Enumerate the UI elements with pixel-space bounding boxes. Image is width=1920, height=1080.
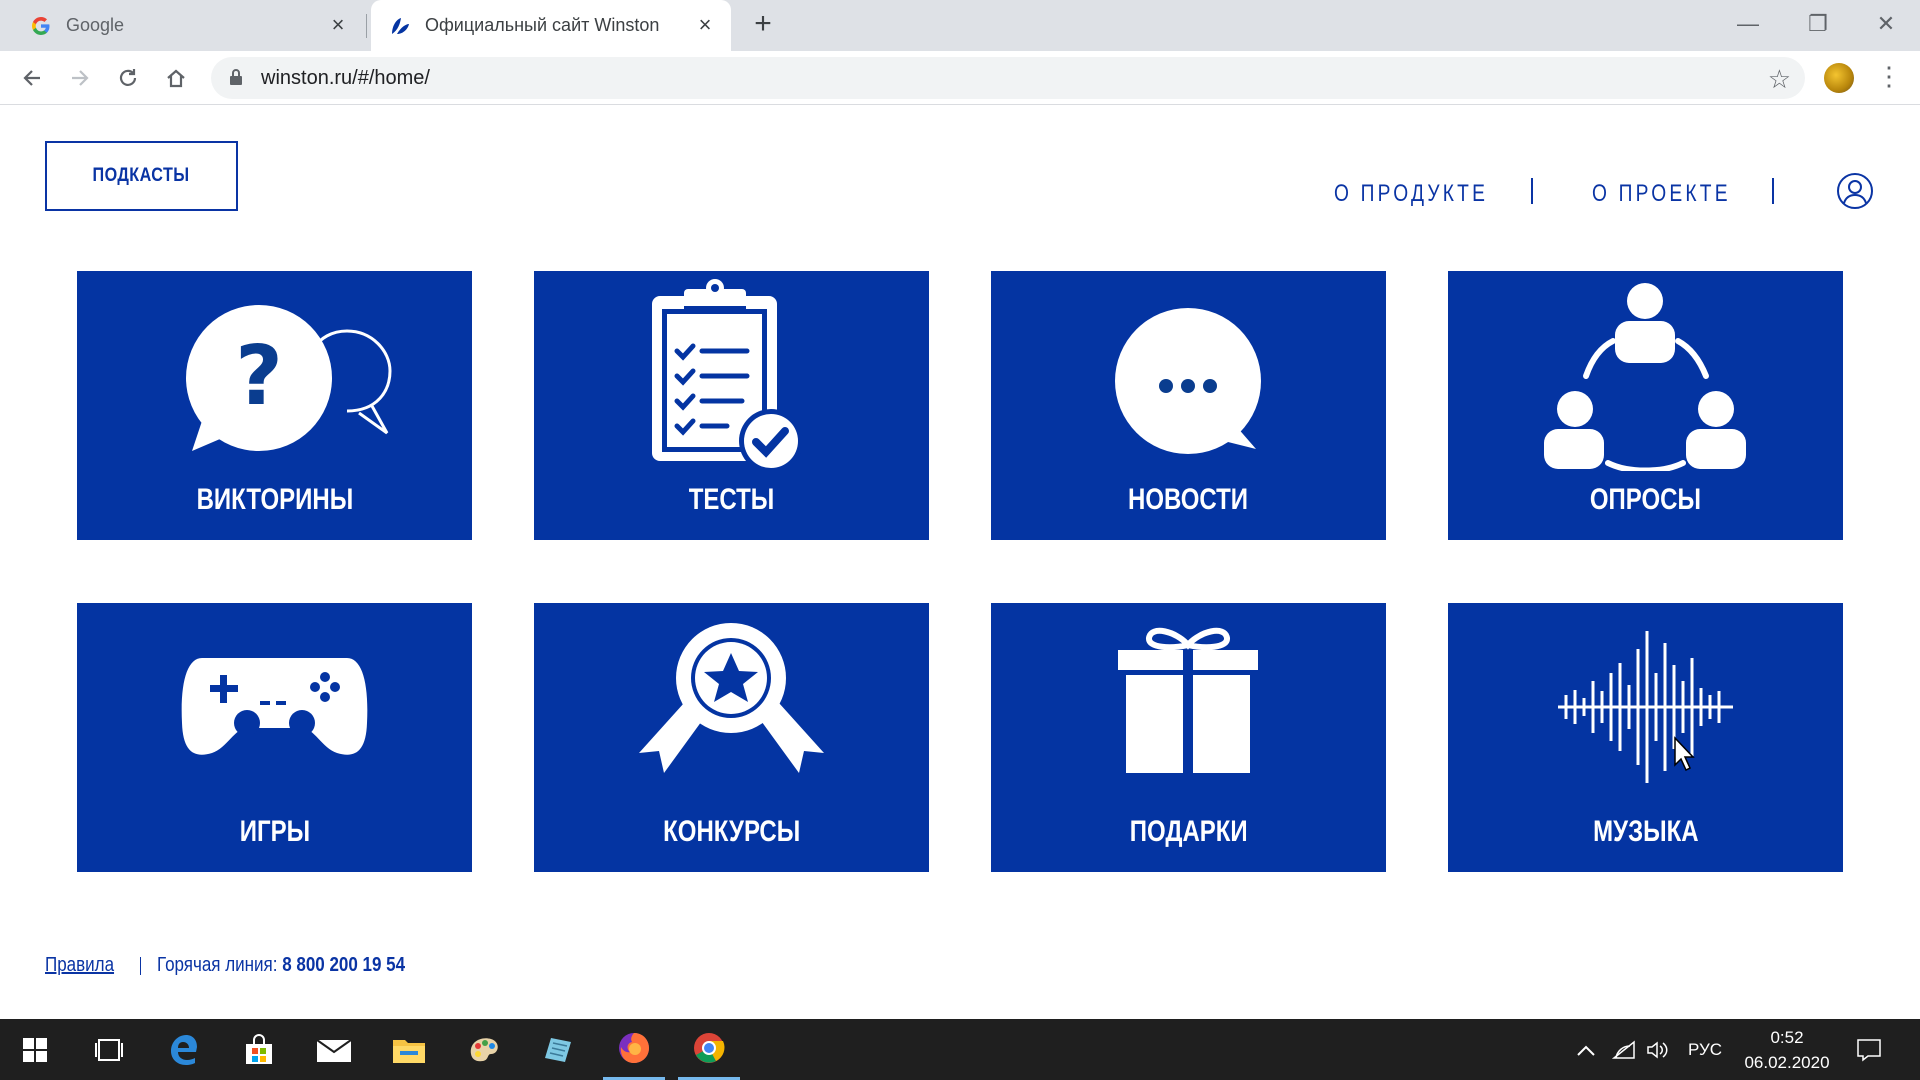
- reload-icon[interactable]: [112, 62, 144, 94]
- tile-label: НОВОСТИ: [1128, 483, 1249, 516]
- forward-arrow-icon[interactable]: [64, 62, 96, 94]
- windows-start-icon[interactable]: [4, 1019, 66, 1080]
- hotline-info: Горячая линия: 8 800 200 19 54: [157, 954, 405, 977]
- home-icon[interactable]: [160, 62, 192, 94]
- tab-close-icon[interactable]: ×: [693, 13, 717, 37]
- tab-winston[interactable]: Официальный сайт Winston ×: [371, 0, 731, 51]
- new-tab-plus-icon[interactable]: +: [748, 9, 778, 40]
- tab-title: Официальный сайт Winston: [425, 15, 660, 35]
- gift-icon: [1118, 627, 1258, 774]
- footer-divider: [140, 956, 142, 975]
- paint-app-icon[interactable]: [453, 1019, 515, 1080]
- edge-browser-icon[interactable]: [153, 1019, 215, 1080]
- user-account-icon[interactable]: [1836, 172, 1874, 210]
- people-cycle-icon: [1544, 283, 1746, 471]
- tile-tests[interactable]: ТЕСТЫ: [534, 271, 929, 540]
- tile-label: ТЕСТЫ: [688, 483, 775, 516]
- chat-bubble-icon: [1115, 308, 1261, 454]
- sound-wave-icon: [1558, 631, 1733, 783]
- input-language[interactable]: РУС: [1688, 1019, 1722, 1080]
- minimize-icon[interactable]: —: [1718, 6, 1778, 42]
- nav-label: О ПРОЕКТЕ: [1592, 180, 1731, 207]
- tray-overflow-icon[interactable]: [1576, 1019, 1596, 1080]
- lock-icon: [229, 68, 243, 91]
- clock-time: 0:52: [1770, 1028, 1804, 1047]
- mail-icon[interactable]: [303, 1019, 365, 1080]
- bookmark-star-icon[interactable]: ☆: [1768, 64, 1791, 95]
- hotline-number[interactable]: 8 800 200 19 54: [282, 954, 405, 976]
- tab-google[interactable]: Google ×: [12, 0, 364, 51]
- tab-title: Google: [66, 15, 125, 35]
- tile-label: ИГРЫ: [239, 815, 310, 848]
- podcasts-label: ПОДКАСТЫ: [93, 165, 190, 186]
- system-clock[interactable]: 0:52 06.02.2020: [1722, 1025, 1852, 1075]
- nav-about-project[interactable]: О ПРОЕКТЕ: [1592, 180, 1765, 208]
- rules-link[interactable]: Правила: [45, 954, 114, 977]
- quiz-icon: ?: [186, 305, 392, 451]
- clipboard-check-icon: [652, 279, 803, 471]
- tile-gifts[interactable]: ПОДАРКИ: [991, 603, 1386, 872]
- window-close-icon[interactable]: ✕: [1856, 6, 1916, 42]
- winston-home-page: ПОДКАСТЫ О ПРОДУКТЕ О ПРОЕКТЕ ? ВИКТОРИН…: [0, 106, 1920, 1018]
- nav-about-product[interactable]: О ПРОДУКТЕ: [1334, 180, 1527, 208]
- tile-polls[interactable]: ОПРОСЫ: [1448, 271, 1843, 540]
- task-view-icon[interactable]: [78, 1019, 140, 1080]
- tile-label: ПОДАРКИ: [1129, 815, 1248, 848]
- page-footer: Правила Горячая линия: 8 800 200 19 54: [45, 954, 449, 977]
- clock-date: 06.02.2020: [1744, 1053, 1830, 1072]
- browser-menu-icon[interactable]: ⋮: [1876, 61, 1902, 95]
- firefox-icon[interactable]: [603, 1019, 665, 1080]
- winston-leaf-icon: [389, 15, 411, 37]
- url-text: winston.ru/#/home/: [261, 67, 430, 89]
- tab-separator: [366, 14, 367, 38]
- tile-label: КОНКУРСЫ: [662, 815, 801, 848]
- nav-label: О ПРОДУКТЕ: [1334, 180, 1489, 207]
- profile-avatar[interactable]: [1824, 63, 1854, 93]
- podcasts-button[interactable]: ПОДКАСТЫ: [45, 141, 238, 211]
- address-bar[interactable]: winston.ru/#/home/ ☆: [211, 57, 1805, 99]
- tile-quizzes[interactable]: ? ВИКТОРИНЫ: [77, 271, 472, 540]
- gamepad-icon: [181, 658, 368, 755]
- network-icon[interactable]: [1612, 1019, 1636, 1080]
- restore-icon[interactable]: ❐: [1788, 6, 1848, 42]
- hotline-label: Горячая линия:: [157, 954, 278, 976]
- browser-tabstrip: Google × Официальный сайт Winston × + — …: [0, 0, 1920, 51]
- tile-music[interactable]: МУЗЫКА: [1448, 603, 1843, 872]
- chrome-icon[interactable]: [678, 1019, 740, 1080]
- file-explorer-icon[interactable]: [378, 1019, 440, 1080]
- svg-text:?: ?: [235, 329, 283, 424]
- award-icon: [639, 623, 824, 773]
- tile-label: ОПРОСЫ: [1589, 483, 1702, 516]
- microsoft-store-icon[interactable]: [228, 1019, 290, 1080]
- tile-label: МУЗЫКА: [1592, 815, 1699, 848]
- back-arrow-icon[interactable]: [16, 62, 48, 94]
- notepad-icon[interactable]: [528, 1019, 590, 1080]
- nav-divider: [1772, 178, 1774, 204]
- tile-games[interactable]: ИГРЫ: [77, 603, 472, 872]
- tile-contests[interactable]: КОНКУРСЫ: [534, 603, 929, 872]
- tile-news[interactable]: НОВОСТИ: [991, 271, 1386, 540]
- volume-icon[interactable]: [1646, 1019, 1670, 1080]
- action-center-icon[interactable]: [1856, 1019, 1882, 1080]
- tab-close-icon[interactable]: ×: [326, 13, 350, 37]
- nav-divider: [1531, 178, 1533, 204]
- tile-label: ВИКТОРИНЫ: [196, 483, 353, 516]
- windows-taskbar: РУС 0:52 06.02.2020: [0, 1019, 1920, 1080]
- browser-toolbar: winston.ru/#/home/ ☆ ⋮: [0, 51, 1920, 105]
- google-favicon-icon: [30, 15, 52, 37]
